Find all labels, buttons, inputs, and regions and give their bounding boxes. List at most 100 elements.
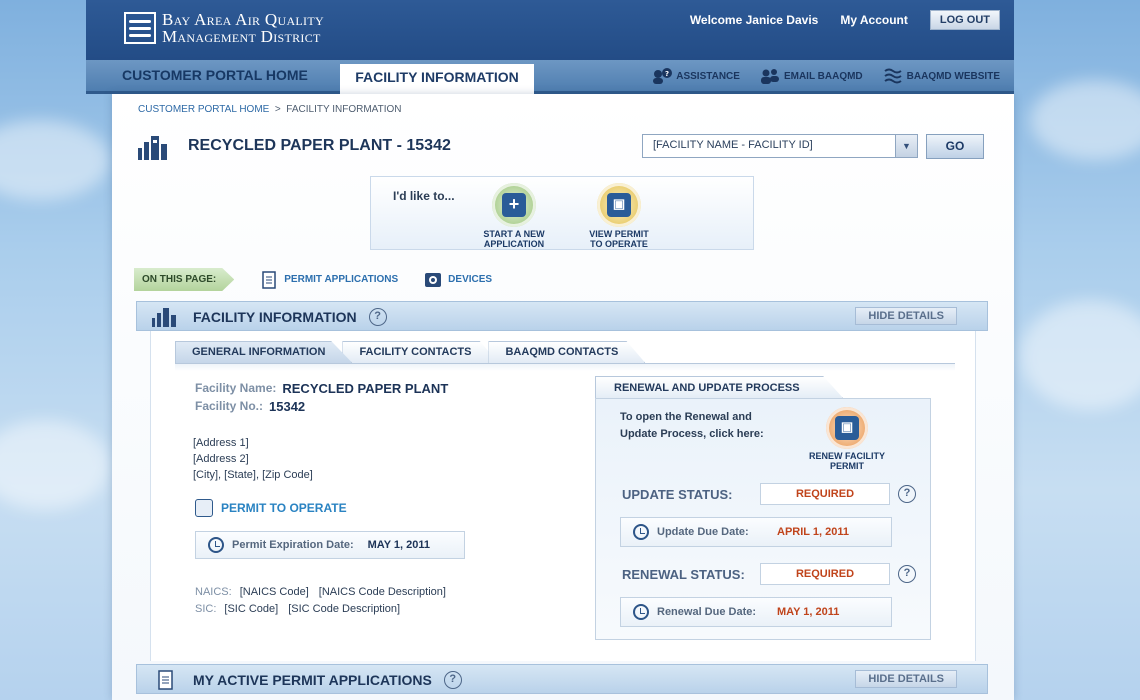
assistance-link[interactable]: ? ASSISTANCE [652,68,740,84]
naics-code: [NAICS Code] [239,586,309,598]
quick-actions-box: I'd like to... + START A NEW APPLICATION… [370,176,754,250]
page-title: RECYCLED PAPER PLANT - 15342 [188,137,451,154]
building-icon [138,136,167,160]
view-permit-label-1: VIEW PERMIT [589,229,649,239]
update-status-label: UPDATE STATUS: [622,486,733,502]
help-icon[interactable]: ? [443,671,462,689]
facility-name-value: RECYCLED PAPER PLANT [282,381,449,396]
on-this-page-tag: ON THIS PAGE: [134,268,235,291]
hide-details-button[interactable]: HIDE DETAILS [855,307,957,325]
renewal-update-panel: RENEWAL AND UPDATE PROCESS To open the R… [595,376,931,640]
permit-expiration-box: Permit Expiration Date: MAY 1, 2011 [195,531,465,559]
permit-to-operate-label: PERMIT TO OPERATE [221,501,347,515]
baaqmd-website-link[interactable]: BAAQMD WEBSITE [883,68,1000,84]
quick-actions-label: I'd like to... [393,189,455,203]
renewal-instructions-line-2: Update Process, click here: [620,428,764,440]
main-nav: CUSTOMER PORTAL HOME FACILITY INFORMATIO… [86,60,1014,97]
facility-select[interactable]: [FACILITY NAME - FACILITY ID] ▼ [642,134,918,158]
permit-icon: ▣ [597,183,641,227]
facility-no-row: Facility No.: 15342 [195,399,448,414]
cloud [0,120,110,200]
section-title: FACILITY INFORMATION ? [193,308,387,326]
assistance-label: ASSISTANCE [676,70,740,82]
permit-icon [195,499,213,517]
add-document-icon: + [492,183,536,227]
sic-code: [SIC Code] [224,603,279,615]
update-due-date-value: APRIL 1, 2011 [777,526,849,538]
update-due-date-label: Update Due Date: [657,526,749,538]
facility-information-panel: GENERAL INFORMATION FACILITY CONTACTS BA… [150,331,976,661]
renew-permit-icon: ▣ [826,407,868,449]
nav-facility-information[interactable]: FACILITY INFORMATION [340,64,534,97]
tab-divider [175,363,955,371]
user-menu: Welcome Janice Davis My Account LOG OUT [690,10,1000,30]
nav-customer-portal-home[interactable]: CUSTOMER PORTAL HOME [122,67,308,83]
naics-description: [NAICS Code Description] [318,586,446,598]
cloud [1020,300,1140,410]
renewal-instructions-line-1: To open the Renewal and [620,411,752,423]
renewal-due-date-value: MAY 1, 2011 [777,606,840,618]
sic-label: SIC: [195,603,217,615]
wave-logo-icon [124,12,156,44]
permit-applications-link[interactable]: PERMIT APPLICATIONS [260,270,399,289]
view-permit-label-2: TO OPERATE [590,239,648,249]
address-line-2: [Address 2] [193,453,249,465]
sic-description: [SIC Code Description] [288,603,401,615]
org-name: Bay Area Air Quality Management District [162,11,324,45]
logout-button[interactable]: LOG OUT [929,10,1000,30]
email-baaqmd-label: EMAIL BAAQMD [783,70,863,82]
tab-facility-contacts[interactable]: FACILITY CONTACTS [342,341,499,363]
go-button[interactable]: GO [926,134,984,159]
renewal-status-row: RENEWAL STATUS: REQUIRED ? [622,563,916,585]
tab-general-information[interactable]: GENERAL INFORMATION [175,341,353,363]
section-title: MY ACTIVE PERMIT APPLICATIONS ? [193,671,462,689]
permit-applications-label: PERMIT APPLICATIONS [284,274,399,285]
devices-link[interactable]: DEVICES [424,271,492,289]
address-line-1: [Address 1] [193,437,249,449]
view-permit-to-operate-button[interactable]: ▣ VIEW PERMIT TO OPERATE [574,183,664,249]
industry-codes: NAICS: [NAICS Code] [NAICS Code Descriptio… [195,584,456,618]
main-content: CUSTOMER PORTAL HOME > FACILITY INFORMAT… [112,94,1014,700]
tab-baaqmd-contacts[interactable]: BAAQMD CONTACTS [488,341,646,363]
help-icon[interactable]: ? [368,308,387,326]
hide-details-button[interactable]: HIDE DETAILS [855,670,957,688]
wave-icon [883,68,903,84]
page-header: RECYCLED PAPER PLANT - 15342 [136,132,451,160]
document-icon [158,670,173,690]
breadcrumb: CUSTOMER PORTAL HOME > FACILITY INFORMAT… [138,104,402,115]
baaqmd-website-label: BAAQMD WEBSITE [906,70,1000,82]
help-icon[interactable]: ? [898,565,916,583]
nav-utility-links: ? ASSISTANCE EMAIL BAAQMD BAAQMD WEBSITE [652,68,1000,84]
baaqmd-logo[interactable]: Bay Area Air Quality Management District [124,11,324,45]
breadcrumb-separator: > [274,104,281,115]
breadcrumb-home-link[interactable]: CUSTOMER PORTAL HOME [138,104,269,115]
cloud [1030,80,1140,160]
help-icon[interactable]: ? [898,485,916,503]
svg-text:?: ? [665,70,669,78]
renewal-update-tab: RENEWAL AND UPDATE PROCESS [595,376,843,398]
renew-facility-permit-label-2: PERMIT [829,461,864,471]
start-new-application-label-1: START A NEW [483,229,545,239]
update-status-badge: REQUIRED [760,483,890,505]
facility-address: [Address 1] [Address 2] [City], [State],… [193,435,313,483]
address-city-state-zip: [City], [State], [Zip Code] [193,469,313,481]
renew-facility-permit-label-1: RENEW FACILITY [809,451,885,461]
document-icon [262,270,277,289]
facility-tabs: GENERAL INFORMATION FACILITY CONTACTS BA… [175,341,646,363]
facility-name-label: Facility Name: [195,381,277,395]
start-new-application-button[interactable]: + START A NEW APPLICATION [469,183,559,249]
my-account-link[interactable]: My Account [840,13,908,27]
alarm-clock-icon [208,537,224,553]
facility-information-title: FACILITY INFORMATION [193,309,357,325]
renewal-status-badge: REQUIRED [760,563,890,585]
email-baaqmd-link[interactable]: EMAIL BAAQMD [760,68,863,84]
chevron-down-icon[interactable]: ▼ [895,135,917,157]
facility-identity: Facility Name: RECYCLED PAPER PLANT Faci… [195,381,448,417]
renewal-due-date-label: Renewal Due Date: [657,606,757,618]
permit-to-operate-link[interactable]: PERMIT TO OPERATE [195,499,347,517]
renew-facility-permit-button[interactable]: ▣ RENEW FACILITY PERMIT [802,407,892,471]
naics-row: NAICS: [NAICS Code] [NAICS Code Descriptio… [195,584,456,601]
people-icon [760,68,780,84]
org-name-line2: Management District [162,27,321,46]
permit-expiration-value: MAY 1, 2011 [367,539,431,551]
